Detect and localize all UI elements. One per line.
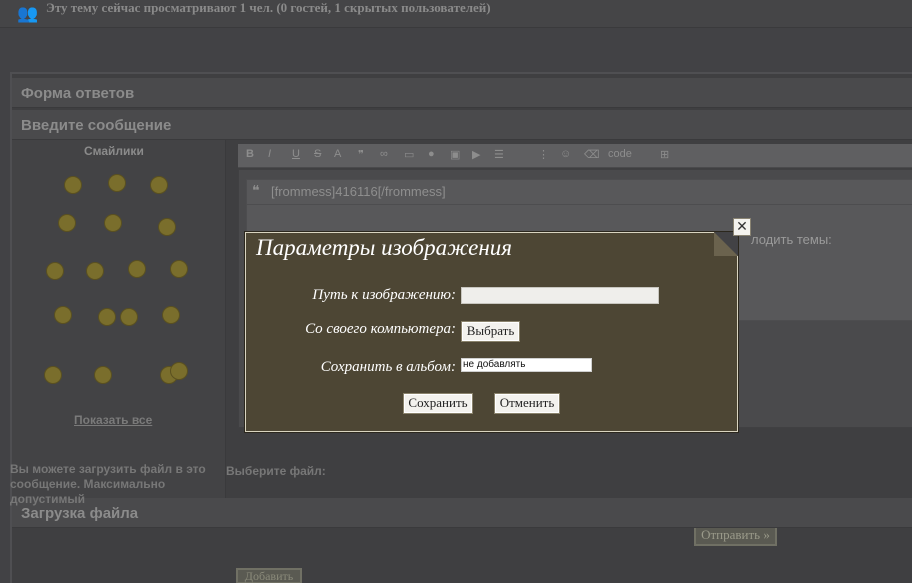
reply-form-header: Форма ответов (12, 78, 912, 108)
more-icon[interactable]: ⋮ (538, 148, 549, 161)
album-label: Сохранить в альбом: (320, 359, 456, 375)
users-icon: 👥 (17, 4, 39, 23)
smiley-icon[interactable] (128, 260, 146, 278)
enter-message-header: Введите сообщение (12, 110, 912, 140)
strike-icon[interactable]: S (314, 148, 321, 160)
smiley-icon[interactable] (64, 176, 82, 194)
browse-button[interactable]: Выбрать (461, 321, 520, 342)
smiley-icon[interactable] (170, 362, 188, 380)
save-button[interactable]: Сохранить (403, 393, 473, 414)
smiley-icon[interactable] (58, 214, 76, 232)
viewers-text: Эту тему сейчас просматривают 1 чел. (0 … (46, 0, 491, 15)
smiley-icon[interactable] (86, 262, 104, 280)
computer-label: Со своего компьютера: (305, 321, 456, 337)
eraser-icon[interactable]: ⌫ (584, 148, 600, 161)
quote-text: лодить темы: (751, 232, 832, 247)
media-icon[interactable]: ▭ (404, 148, 414, 161)
video-icon[interactable]: ▶ (472, 148, 480, 161)
smiley-icon[interactable] (44, 366, 62, 384)
image-path-input[interactable] (461, 287, 659, 304)
globe-icon[interactable]: ● (428, 148, 435, 160)
list-icon[interactable]: ☰ (494, 148, 504, 161)
bold-icon[interactable]: B (246, 148, 254, 160)
quote-divider (247, 204, 912, 205)
upload-description: Вы можете загрузить файл в это сообщение… (10, 462, 206, 506)
editor-toolbar: B I U S A ❞ ∞ ▭ ● ▣ ▶ ☰ ⋮ ☺ ⌫ code ⊞ (238, 144, 912, 168)
source-icon[interactable]: ⊞ (660, 148, 669, 161)
cancel-button[interactable]: Отменить (494, 393, 560, 414)
dialog-title: Параметры изображения (256, 235, 512, 260)
album-select[interactable]: не добавлять (461, 358, 592, 372)
image-params-dialog: Параметры изображения Путь к изображению… (245, 232, 738, 432)
smiley-icon[interactable] (54, 306, 72, 324)
emoticon-icon[interactable]: ☺ (560, 148, 571, 160)
show-all-smiles-link[interactable]: Показать все (74, 413, 152, 427)
quote-header: [frommess]416116[/frommess] (271, 184, 446, 199)
close-icon[interactable]: ✕ (733, 218, 751, 236)
smiley-icon[interactable] (46, 262, 64, 280)
smiley-icon[interactable] (104, 214, 122, 232)
smiley-icon[interactable] (120, 308, 138, 326)
font-icon[interactable]: A (334, 148, 341, 160)
smiley-icon[interactable] (94, 366, 112, 384)
viewers-bar: 👥 Эту тему сейчас просматривают 1 чел. (… (0, 0, 912, 28)
code-button[interactable]: code (608, 148, 632, 160)
smiley-icon[interactable] (98, 308, 116, 326)
smiley-icon[interactable] (150, 176, 168, 194)
choose-file-label: Выберите файл: (226, 464, 326, 478)
smiley-icon[interactable] (158, 218, 176, 236)
smiley-icon[interactable] (170, 260, 188, 278)
image-icon[interactable]: ▣ (450, 148, 460, 161)
smiley-icon[interactable] (162, 306, 180, 324)
smiles-title: Смайлики (84, 144, 144, 158)
quote-mark-icon: ❝ (252, 182, 260, 198)
quote-icon[interactable]: ❞ (358, 148, 364, 161)
link-icon[interactable]: ∞ (380, 148, 388, 160)
smiles-panel: Смайлики Показать все (12, 140, 226, 498)
smiley-icon[interactable] (108, 174, 126, 192)
underline-icon[interactable]: U (292, 148, 300, 160)
path-label: Путь к изображению: (312, 287, 456, 303)
italic-icon[interactable]: I (268, 148, 271, 160)
add-file-button[interactable]: Добавить (236, 568, 302, 583)
